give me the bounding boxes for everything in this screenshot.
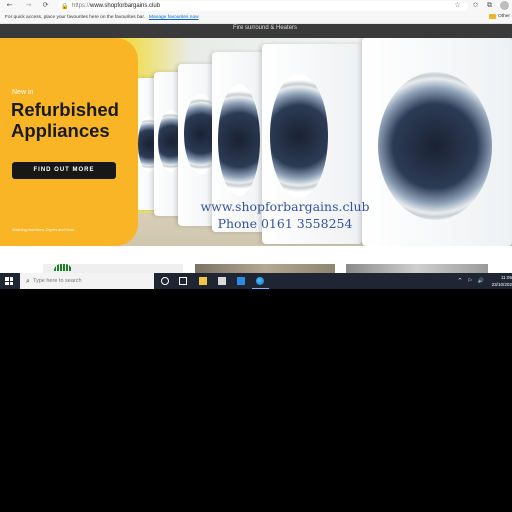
product-thumbnail[interactable] (195, 264, 335, 273)
watermark-url: www.shopforbargains.club (200, 199, 370, 214)
windows-start-icon[interactable] (5, 277, 13, 285)
hero-banner: New in Refurbished Appliances FIND OUT M… (0, 38, 512, 246)
address-bar[interactable]: 🔒 https://www.shopforbargains.club (58, 1, 468, 11)
folder-icon (489, 14, 496, 19)
taskbar-search[interactable]: ⌕ (20, 273, 154, 289)
cortana-icon[interactable] (161, 277, 169, 285)
star-icon[interactable]: ☆ (453, 1, 462, 10)
url-host: www.shopforbargains.club (90, 3, 161, 9)
back-arrow-icon[interactable]: ← (5, 1, 14, 10)
nav-item-fire-surround[interactable]: Fire surround & Heaters (233, 25, 297, 31)
watermark-overlay: www.shopforbargains.club Phone 0161 3558… (190, 198, 380, 232)
taskbar-clock[interactable]: 11:05 23/10/202 (488, 274, 512, 288)
taskbar: ⌕ ^ ⚐ 🔊 11:05 23/10/202 (0, 273, 512, 289)
site-nav-bar: Fire surround & Heaters (0, 24, 512, 38)
collections-icon[interactable]: ⧉ (485, 1, 494, 10)
favourites-prompt: For quick access, place your favourites … (5, 15, 145, 20)
url-protocol: https:// (72, 3, 91, 9)
profile-avatar[interactable] (500, 1, 509, 10)
browser-window: ← → ⟳ 🔒 https://www.shopforbargains.club… (0, 0, 512, 289)
hero-footer-text: Washing machines, Dryers and more (12, 228, 75, 232)
mail-icon[interactable] (237, 277, 245, 285)
hero-tag: New in (12, 89, 34, 96)
watermark-phone: Phone 0161 3558254 (217, 216, 353, 231)
system-tray-icons[interactable]: ^ ⚐ 🔊 (458, 278, 486, 284)
manage-favourites-link[interactable]: Manage favourites now (149, 15, 199, 20)
refresh-icon[interactable]: ⟳ (41, 1, 50, 10)
other-favourites-button[interactable]: Other (489, 14, 510, 19)
lock-icon[interactable]: 🔒 (61, 3, 69, 10)
file-explorer-icon[interactable] (199, 277, 207, 285)
clock-date: 23/10/202 (491, 282, 512, 287)
plant-image (54, 264, 72, 271)
store-icon[interactable] (218, 277, 226, 285)
clock-time: 11:05 (500, 275, 512, 280)
favourites-bar: For quick access, place your favourites … (0, 12, 512, 24)
washing-machine-door (378, 72, 492, 220)
headline-line-2: Appliances (11, 120, 110, 141)
other-favourites-label: Other (498, 14, 510, 19)
search-icon: ⌕ (26, 276, 30, 285)
task-view-icon[interactable] (179, 277, 187, 285)
favourites-icon[interactable]: ✩ (471, 1, 480, 10)
product-thumbnail[interactable] (346, 264, 488, 273)
taskbar-search-input[interactable] (32, 278, 143, 284)
washing-machine-door (270, 74, 328, 198)
url-text[interactable]: https://www.shopforbargains.club (72, 3, 160, 9)
product-grid (0, 246, 512, 273)
hero-headline: Refurbished Appliances (11, 99, 119, 141)
forward-arrow-icon[interactable]: → (24, 1, 33, 10)
active-app-indicator (252, 288, 269, 289)
headline-line-1: Refurbished (11, 99, 119, 120)
hero-promo-panel: New in Refurbished Appliances FIND OUT M… (0, 38, 138, 246)
washing-machine-door (218, 84, 260, 196)
edge-browser-icon[interactable] (256, 277, 264, 285)
find-out-more-button[interactable]: FIND OUT MORE (12, 162, 116, 179)
browser-toolbar: ← → ⟳ 🔒 https://www.shopforbargains.club… (0, 0, 512, 12)
